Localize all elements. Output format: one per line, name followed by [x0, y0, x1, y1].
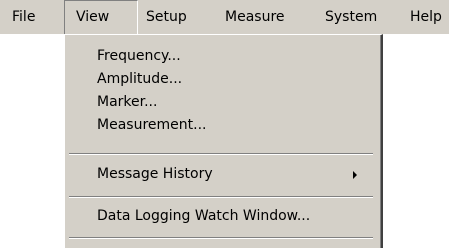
menu-item-label: Frequency... [97, 48, 181, 64]
menu-file[interactable]: File [12, 0, 35, 34]
menu-help[interactable]: Help [410, 0, 442, 34]
menu-bar: File View Setup Measure System Help [0, 0, 449, 34]
menu-item-amplitude[interactable]: Amplitude... [65, 68, 379, 91]
view-dropdown-menu: Frequency... Amplitude... Marker... Meas… [64, 34, 383, 248]
menu-separator [69, 196, 373, 198]
menu-item-label: Marker... [97, 94, 158, 110]
menu-system[interactable]: System [325, 0, 377, 34]
menu-view[interactable]: View [64, 0, 138, 34]
menu-item-label: Data Logging Watch Window... [97, 208, 311, 224]
menu-item-label: Amplitude... [97, 71, 183, 87]
menu-separator [69, 237, 373, 239]
menu-item-marker[interactable]: Marker... [65, 91, 379, 114]
menu-setup[interactable]: Setup [146, 0, 187, 34]
menu-separator [69, 153, 373, 155]
menu-measure[interactable]: Measure [225, 0, 285, 34]
menu-item-measurement[interactable]: Measurement... [65, 114, 379, 137]
menu-item-message-history[interactable]: Message History [65, 163, 379, 186]
application-window: File View Setup Measure System Help Freq… [0, 0, 449, 248]
chevron-right-icon [353, 171, 357, 179]
menu-item-frequency[interactable]: Frequency... [65, 45, 379, 68]
menu-item-label: Message History [97, 166, 213, 182]
menu-item-data-logging-watch-window[interactable]: Data Logging Watch Window... [65, 205, 379, 228]
menu-item-label: Measurement... [97, 117, 207, 133]
